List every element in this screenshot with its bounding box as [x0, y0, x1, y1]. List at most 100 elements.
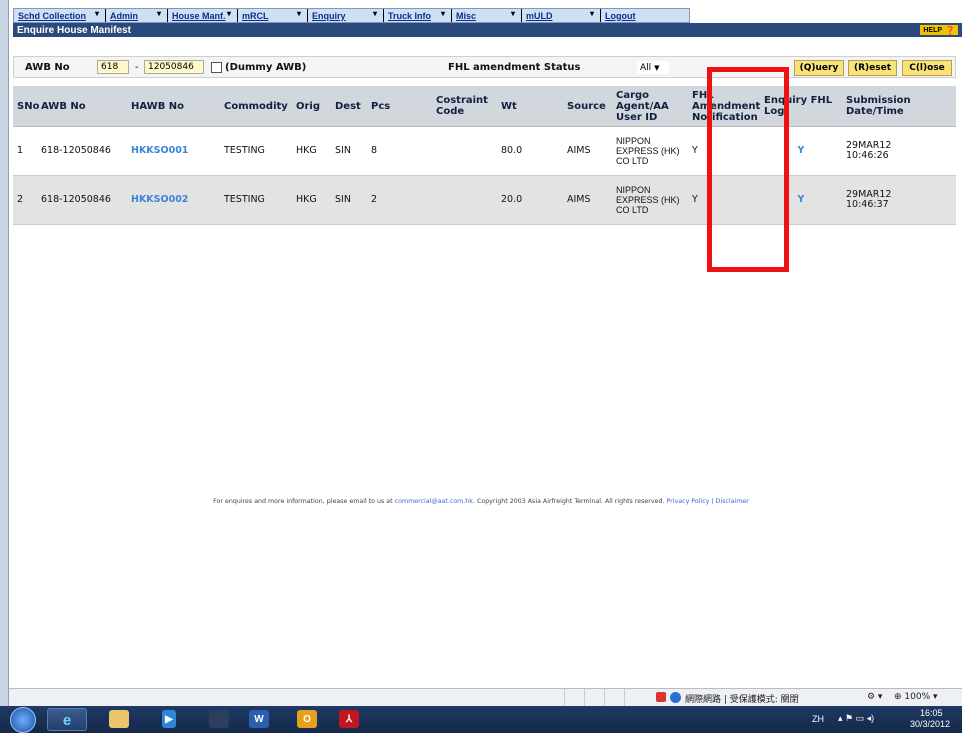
- fhl-status-label: FHL amendment Status: [448, 62, 581, 73]
- search-criteria-row: AWB No 618 - 12050846 (Dummy AWB) FHL am…: [13, 56, 956, 78]
- chevron-down-icon: ▾: [296, 9, 301, 18]
- outlook-icon: O: [297, 710, 317, 728]
- hawb-link[interactable]: HKKSO001: [127, 127, 220, 175]
- chevron-down-icon: ▾: [589, 9, 594, 18]
- menu-schd-collection[interactable]: Schd Collection ▾: [14, 9, 106, 22]
- header-fhl-amendment: FHL Amendment Notification: [692, 89, 761, 123]
- cell-pcs: 2: [371, 194, 378, 205]
- help-button[interactable]: HELP ❓: [920, 25, 958, 35]
- cell-submission-date: 29MAR12 10:46:26: [846, 140, 892, 161]
- fhl-log-link[interactable]: Y: [760, 176, 842, 224]
- header-enquiry-fhl-log: Enquiry FHL Log: [764, 95, 833, 117]
- browser-window: Schd Collection ▾ Admin ▾ House Manf. ▾ mRC…: [0, 0, 962, 733]
- header-source: Source: [567, 100, 606, 112]
- menu-admin[interactable]: Admin ▾: [106, 9, 168, 22]
- header-sno: SNo: [17, 100, 40, 112]
- cell-source: AIMS: [567, 194, 591, 205]
- fhl-status-select[interactable]: All ▼: [637, 61, 669, 74]
- taskbar-ie[interactable]: e: [47, 708, 87, 731]
- ie-icon: e: [62, 711, 72, 729]
- language-indicator[interactable]: ZH: [812, 714, 824, 724]
- awb-label: AWB No: [25, 62, 70, 73]
- cell-fhl-amendment: Y: [692, 145, 698, 156]
- close-button[interactable]: C(l)ose: [902, 60, 952, 76]
- chevron-down-icon: ▾: [440, 9, 445, 18]
- menu-house-manf[interactable]: House Manf. ▾: [168, 9, 238, 22]
- chevron-down-icon: ▾: [372, 9, 377, 18]
- menu-truck-info[interactable]: Truck Info ▾: [384, 9, 452, 22]
- cell-constraint-code: [432, 127, 497, 175]
- taskbar-outlook[interactable]: O: [288, 708, 328, 731]
- word-icon: W: [249, 710, 269, 728]
- menu-mrcl[interactable]: mRCL ▾: [238, 9, 308, 22]
- cell-sno: 1: [17, 145, 24, 156]
- cell-orig: HKG: [296, 194, 317, 205]
- table-header: SNo AWB No HAWB No Commodity Orig Dest P…: [13, 86, 956, 127]
- header-hawb-no: HAWB No: [131, 100, 185, 112]
- cell-agent: NIPPON EXPRESS (HK) CO LTD: [616, 185, 680, 215]
- security-zone-text[interactable]: 網際網路 | 受保護模式: 關閉: [685, 692, 799, 705]
- cell-sno: 2: [17, 194, 24, 205]
- taskbar-acrobat[interactable]: ⅄: [330, 708, 370, 731]
- awb-prefix-input[interactable]: 618: [97, 60, 129, 74]
- menu-misc[interactable]: Misc ▾: [452, 9, 522, 22]
- tray-overflow-icon[interactable]: ▴ ⚑ ▭ ◂): [838, 713, 874, 724]
- clock-time[interactable]: 16:05: [920, 708, 943, 718]
- disclaimer-link[interactable]: Disclaimer: [716, 498, 749, 505]
- menu-logout[interactable]: Logout: [601, 9, 689, 22]
- globe-icon: [670, 692, 681, 703]
- help-icon: ❓: [945, 25, 955, 35]
- table-row: 2 618-12050846 HKKSO002 TESTING HKG SIN …: [13, 176, 956, 225]
- chevron-down-icon: ▼: [654, 63, 660, 72]
- page-footer: For enquires and more information, pleas…: [213, 498, 749, 505]
- main-menu-bar: Schd Collection ▾ Admin ▾ House Manf. ▾ mRC…: [13, 8, 690, 23]
- privacy-policy-link[interactable]: Privacy Policy: [667, 498, 710, 505]
- acrobat-icon: ⅄: [339, 710, 359, 728]
- header-dest: Dest: [335, 100, 361, 112]
- taskbar-app[interactable]: [200, 708, 240, 731]
- app-icon: [209, 710, 229, 728]
- header-cargo-agent: Cargo Agent/AA User ID: [616, 89, 669, 123]
- media-player-icon: ▶: [162, 710, 176, 728]
- system-tray: ZH ▴ ⚑ ▭ ◂) 16:05 30/3/2012: [802, 706, 962, 733]
- zoom-control[interactable]: ⊕ 100% ▾: [894, 692, 938, 702]
- popup-blocked-icon[interactable]: [656, 692, 666, 702]
- query-button[interactable]: (Q)uery: [794, 60, 844, 76]
- dummy-awb-checkbox[interactable]: [211, 62, 222, 73]
- cell-pcs: 8: [371, 145, 378, 156]
- header-commodity: Commodity: [224, 100, 288, 112]
- header-submission-date: Submission Date/Time: [846, 95, 911, 117]
- hawb-link[interactable]: HKKSO002: [127, 176, 220, 224]
- cell-constraint-code: [432, 176, 497, 224]
- email-link[interactable]: commercial@aat.com.hk: [395, 498, 473, 505]
- clock-date[interactable]: 30/3/2012: [910, 719, 950, 729]
- taskbar-explorer[interactable]: [100, 708, 140, 731]
- taskbar-media[interactable]: ▶: [150, 708, 190, 731]
- chevron-down-icon: ▾: [94, 9, 99, 18]
- cell-dest: SIN: [335, 194, 351, 205]
- reset-button[interactable]: (R)eset: [848, 60, 897, 76]
- dummy-awb-label: (Dummy AWB): [225, 62, 307, 73]
- cell-awb: 618-12050846: [41, 145, 111, 156]
- awb-dash: -: [135, 62, 139, 73]
- cell-wt: 20.0: [501, 194, 523, 205]
- page-title-bar: Enquire House Manifest HELP ❓: [13, 23, 962, 37]
- fhl-log-link[interactable]: Y: [760, 127, 842, 175]
- cell-awb: 618-12050846: [41, 194, 111, 205]
- zone-settings-icon[interactable]: ⚙ ▾: [867, 692, 882, 702]
- header-orig: Orig: [296, 100, 321, 112]
- cell-fhl-amendment: Y: [692, 194, 698, 205]
- cell-commodity: TESTING: [224, 194, 265, 205]
- window-left-border: [0, 0, 9, 733]
- results-table: SNo AWB No HAWB No Commodity Orig Dest P…: [13, 86, 956, 225]
- taskbar-word[interactable]: W: [240, 708, 280, 731]
- cell-agent: NIPPON EXPRESS (HK) CO LTD: [616, 136, 680, 166]
- cell-source: AIMS: [567, 145, 591, 156]
- menu-muld[interactable]: mULD ▾: [522, 9, 601, 22]
- menu-enquiry[interactable]: Enquiry ▾: [308, 9, 384, 22]
- awb-number-input[interactable]: 12050846: [144, 60, 204, 74]
- start-button[interactable]: [10, 707, 36, 733]
- browser-status-bar: 網際網路 | 受保護模式: 關閉 ⚙ ▾ ⊕ 100% ▾: [9, 688, 962, 707]
- header-awb-no: AWB No: [41, 100, 86, 112]
- cell-submission-date: 29MAR12 10:46:37: [846, 189, 892, 210]
